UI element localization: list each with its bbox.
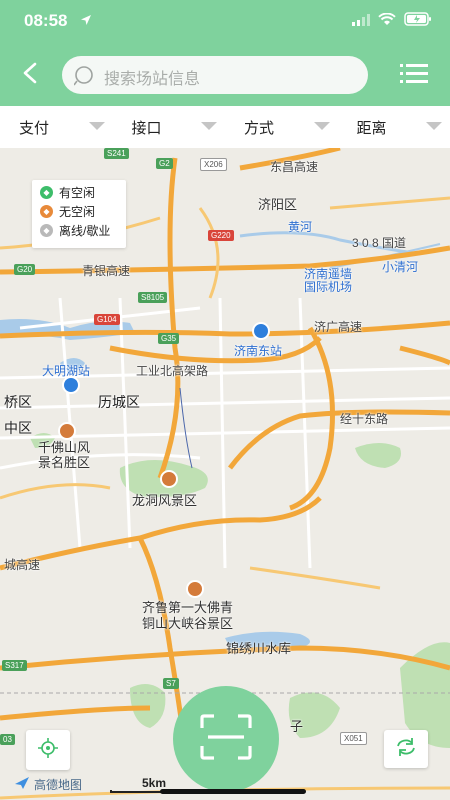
list-menu-button[interactable] — [400, 62, 428, 88]
road-shield: S8105 — [138, 292, 168, 303]
search-icon — [73, 65, 96, 92]
road-shield: G104 — [94, 314, 120, 325]
legend-item-available: ◆ 有空闲 — [40, 183, 118, 202]
road-shield: S317 — [2, 660, 27, 671]
map-label: 济南东站 — [234, 344, 283, 358]
road-shield: 03 — [0, 734, 15, 745]
location-arrow-icon — [80, 13, 92, 31]
filter-method[interactable]: 方式 — [225, 106, 338, 148]
map-label: 桥区 — [4, 394, 32, 410]
busy-station-icon: ◆ — [40, 205, 53, 218]
map-label: 东昌高速 — [270, 160, 319, 174]
chevron-down-icon — [313, 122, 330, 130]
road-shield: X051 — [340, 732, 367, 745]
back-button[interactable] — [16, 60, 44, 90]
map-label: 千佛山风 景名胜区 — [38, 440, 91, 470]
locate-icon — [37, 737, 59, 764]
header: 搜索场站信息 — [0, 44, 450, 106]
map-legend: ◆ 有空闲 ◆ 无空闲 ◆ 离线/歇业 — [32, 180, 126, 248]
map-label: 青银高速 — [82, 264, 131, 278]
status-indicators — [352, 12, 432, 31]
map-label: 济广高速 — [314, 320, 363, 334]
scenic-spot-icon[interactable] — [58, 422, 76, 440]
green-area — [355, 443, 401, 468]
amap-logo-icon — [14, 776, 30, 793]
battery-icon — [404, 12, 432, 31]
map-label: 龙洞风景区 — [132, 493, 198, 508]
chevron-down-icon — [201, 122, 217, 130]
road-shield: G2 — [156, 158, 173, 169]
train-station-icon[interactable] — [62, 376, 80, 394]
status-bar: 08:58 — [0, 0, 450, 44]
legend-label: 离线/歇业 — [59, 224, 111, 238]
map-label: 经十东路 — [340, 412, 389, 426]
search-input[interactable]: 搜索场站信息 — [62, 56, 368, 94]
map-label: 中区 — [4, 420, 32, 436]
legend-item-offline: ◆ 离线/歇业 — [40, 221, 118, 240]
map-label: 城高速 — [4, 558, 41, 572]
road-shield: G20 — [14, 264, 36, 275]
legend-item-busy: ◆ 无空闲 — [40, 202, 118, 221]
scenic-spot-icon[interactable] — [160, 470, 178, 488]
wifi-icon — [378, 12, 396, 31]
scan-button[interactable] — [173, 686, 279, 792]
chevron-down-icon — [88, 122, 105, 130]
scenic-spot-icon[interactable] — [186, 580, 204, 598]
map-label: 3 0 8 国道 — [352, 236, 407, 250]
search-placeholder: 搜索场站信息 — [104, 71, 201, 88]
road-shield: X206 — [200, 158, 227, 171]
refresh-icon — [395, 737, 417, 762]
map-attribution: 高德地图 — [14, 776, 82, 793]
map-label: 小清河 — [382, 260, 419, 274]
map-label: 齐鲁第一大佛青 铜山大峡谷景区 — [142, 600, 234, 631]
home-indicator[interactable] — [160, 789, 306, 794]
available-station-icon: ◆ — [40, 186, 53, 199]
map-label: 济南遥墙 国际机场 — [304, 267, 353, 294]
filter-distance[interactable]: 距离 — [338, 106, 450, 148]
scale-label: 5km — [142, 776, 167, 790]
refresh-button[interactable] — [384, 730, 428, 768]
filter-payment[interactable]: 支付 — [0, 106, 113, 148]
status-time: 08:58 — [24, 11, 68, 30]
signal-icon — [352, 13, 370, 31]
filter-bar: 支付 接口 方式 距离 — [0, 106, 450, 148]
filter-connector[interactable]: 接口 — [113, 106, 226, 148]
legend-label: 无空闲 — [59, 205, 96, 219]
map-label: 工业北高架路 — [136, 364, 209, 378]
road-shield: S241 — [104, 148, 129, 159]
locate-button[interactable] — [26, 730, 70, 770]
offline-station-icon: ◆ — [40, 224, 53, 237]
filter-label: 接口 — [131, 120, 162, 137]
filter-label: 方式 — [244, 120, 275, 137]
filter-label: 支付 — [19, 120, 50, 137]
attribution-text: 高德地图 — [34, 778, 83, 792]
map-label: 锦绣川水库 — [226, 641, 292, 656]
chevron-down-icon — [426, 122, 442, 130]
map-label: 黄河 — [288, 220, 313, 234]
filter-label: 距离 — [356, 120, 387, 137]
train-station-icon[interactable] — [252, 322, 270, 340]
scan-icon — [200, 713, 252, 765]
map-label: 历城区 — [98, 394, 140, 410]
map-label: 济阳区 — [258, 197, 298, 212]
list-menu-icon — [400, 64, 428, 90]
map-label: 子 — [290, 719, 304, 734]
road-shield: S7 — [163, 678, 179, 689]
back-arrow-icon — [22, 62, 38, 89]
road-shield: G35 — [158, 333, 180, 344]
road-shield: G220 — [208, 230, 234, 241]
legend-label: 有空闲 — [59, 186, 96, 200]
